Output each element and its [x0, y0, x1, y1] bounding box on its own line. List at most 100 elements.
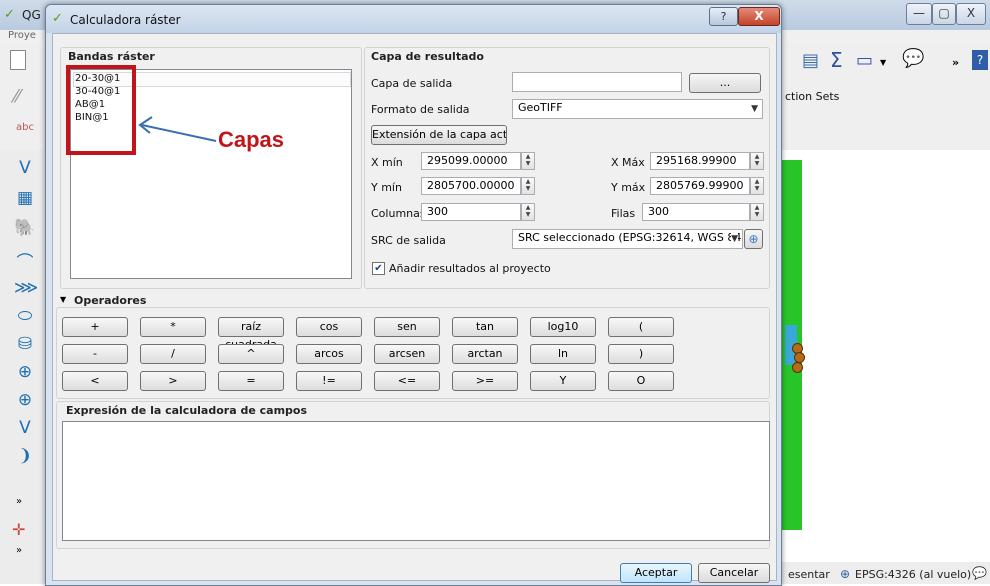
add-spatialite-icon[interactable]: ⌒ — [14, 248, 36, 273]
xmin-spinner[interactable]: ▲ ▼ — [521, 152, 535, 170]
op-button-not-equal[interactable]: != — [296, 371, 362, 391]
output-layer-input[interactable] — [512, 72, 682, 92]
add-results-label: Añadir resultados al proyecto — [389, 262, 551, 275]
op-button-or[interactable]: O — [608, 371, 674, 391]
rows-label: Filas — [611, 207, 636, 220]
expression-title: Expresión de la calculadora de campos — [66, 404, 308, 417]
current-layer-extent-button[interactable]: Extensión de la capa actual — [371, 125, 507, 145]
chevron-down-icon: ▼ — [751, 104, 758, 114]
crosshair-icon[interactable]: ✛ — [12, 520, 25, 539]
close-app-button[interactable]: X — [956, 3, 986, 25]
measure-dropdown-icon[interactable]: ▼ — [880, 58, 886, 67]
cancel-button[interactable]: Cancelar — [698, 563, 770, 583]
annotation-label: Capas — [218, 127, 285, 152]
columns-input[interactable]: 300 — [421, 203, 521, 221]
raster-bands-title: Bandas ráster — [68, 50, 155, 63]
add-postgis-icon[interactable]: 🐘 — [14, 218, 36, 238]
op-button-atan[interactable]: arctan — [452, 344, 518, 364]
annotation-arrow-icon — [138, 116, 217, 142]
expression-editor[interactable] — [62, 421, 770, 541]
statistics-sum-icon[interactable]: Σ — [830, 48, 843, 72]
selection-sets-label[interactable]: ction Sets — [785, 90, 839, 103]
add-raster-icon[interactable]: ▦ — [14, 188, 36, 208]
format-label: Formato de salida — [371, 103, 470, 116]
ymax-spinner[interactable]: ▲ ▼ — [750, 177, 764, 195]
measure-icon[interactable]: ▭ — [856, 50, 873, 71]
expand-tools-icon-2[interactable]: » — [16, 545, 22, 556]
map-point-marker — [792, 362, 803, 373]
xmax-label: X Máx — [611, 156, 645, 169]
format-select[interactable]: GeoTIFF ▼ — [512, 99, 763, 119]
collapse-triangle-icon[interactable]: ▼ — [60, 295, 66, 304]
ymax-input[interactable]: 2805769.99900 — [650, 177, 750, 195]
minimize-button[interactable]: — — [906, 3, 932, 25]
op-button-acos[interactable]: arcos — [296, 344, 362, 364]
add-oracle-icon[interactable]: ⬭ — [14, 306, 36, 326]
add-db2-icon[interactable]: ⛁ — [14, 334, 36, 354]
output-crs-select[interactable]: SRC seleccionado (EPSG:32614, WGS 84 / U… — [512, 229, 743, 249]
menu-item-project[interactable]: Proye — [8, 30, 36, 41]
rows-input[interactable]: 300 — [642, 203, 750, 221]
map-canvas[interactable] — [780, 150, 990, 550]
ymin-spinner[interactable]: ▲ ▼ — [521, 177, 535, 195]
op-button-plus[interactable]: + — [62, 317, 128, 337]
close-button[interactable]: X — [738, 7, 780, 26]
more-tools-icon[interactable]: » — [952, 56, 959, 69]
xmin-input[interactable]: 295099.00000 — [421, 152, 521, 170]
op-button-sqrt[interactable]: raíz cuadrada — [218, 317, 284, 351]
op-button-divide[interactable]: / — [140, 344, 206, 364]
result-layer-title: Capa de resultado — [371, 50, 484, 63]
op-button-power[interactable]: ^ — [218, 344, 284, 364]
new-project-icon[interactable] — [10, 50, 26, 70]
output-crs-value: SRC seleccionado (EPSG:32614, WGS 84 / U — [518, 231, 743, 244]
maximize-button[interactable]: ▢ — [932, 3, 956, 25]
add-wcs-icon[interactable]: ⊕ — [14, 390, 36, 410]
ymin-input[interactable]: 2805700.00000 — [421, 177, 521, 195]
rows-spinner[interactable]: ▲ ▼ — [750, 203, 764, 221]
help-button[interactable]: ? — [709, 7, 738, 26]
op-button-less-equal[interactable]: <= — [374, 371, 440, 391]
xmax-input[interactable]: 295168.99900 — [650, 152, 750, 170]
expand-tools-icon[interactable]: » — [16, 496, 22, 507]
annotation-icon[interactable]: 💬 — [902, 48, 924, 69]
xmax-spinner[interactable]: ▲ ▼ — [750, 152, 764, 170]
add-mssql-icon[interactable]: ⋙ — [14, 278, 38, 298]
op-button-less[interactable]: < — [62, 371, 128, 391]
ok-button[interactable]: Aceptar — [620, 563, 692, 583]
messages-icon[interactable]: 💬 — [972, 566, 987, 580]
add-delimited-text-icon[interactable]: ❩ — [14, 446, 36, 466]
op-button-tan[interactable]: tan — [452, 317, 518, 337]
output-layer-label: Capa de salida — [371, 77, 453, 90]
add-wms-icon[interactable]: ⊕ — [14, 362, 36, 382]
op-button-asin[interactable]: arcsen — [374, 344, 440, 364]
operators-title[interactable]: Operadores — [74, 294, 146, 307]
qgis-app-title: QG — [22, 8, 41, 22]
add-wfs-icon[interactable]: V — [14, 418, 36, 438]
op-button-equal[interactable]: = — [218, 371, 284, 391]
columns-label: Columnas — [371, 207, 426, 220]
attribute-table-icon[interactable]: ▤ — [802, 50, 819, 71]
op-button-log10[interactable]: log10 — [530, 317, 596, 337]
op-button-ln[interactable]: ln — [530, 344, 596, 364]
add-results-checkbox[interactable]: ✔ — [372, 262, 385, 275]
chevron-down-icon: ▼ — [731, 231, 738, 247]
op-button-greater[interactable]: > — [140, 371, 206, 391]
digitize-icon[interactable]: ⁄⁄ — [14, 86, 20, 107]
op-button-sin[interactable]: sen — [374, 317, 440, 337]
label-tool-icon[interactable]: abc — [16, 122, 34, 133]
op-button-minus[interactable]: - — [62, 344, 128, 364]
help-icon[interactable]: ? — [972, 50, 988, 70]
add-vector-icon[interactable]: V — [14, 158, 36, 178]
render-checkbox-label[interactable]: esentar — [788, 568, 830, 581]
columns-spinner[interactable]: ▲ ▼ — [521, 203, 535, 221]
op-button-close-paren[interactable]: ) — [608, 344, 674, 364]
browse-button[interactable]: ... — [689, 73, 761, 93]
op-button-greater-equal[interactable]: >= — [452, 371, 518, 391]
crs-selector-icon[interactable]: ⊕ — [744, 229, 763, 249]
op-button-cos[interactable]: cos — [296, 317, 362, 337]
crs-status-label[interactable]: EPSG:4326 (al vuelo) — [855, 568, 971, 581]
op-button-open-paren[interactable]: ( — [608, 317, 674, 337]
crs-globe-icon[interactable]: ⊕ — [840, 567, 850, 581]
op-button-and[interactable]: Y — [530, 371, 596, 391]
op-button-multiply[interactable]: * — [140, 317, 206, 337]
